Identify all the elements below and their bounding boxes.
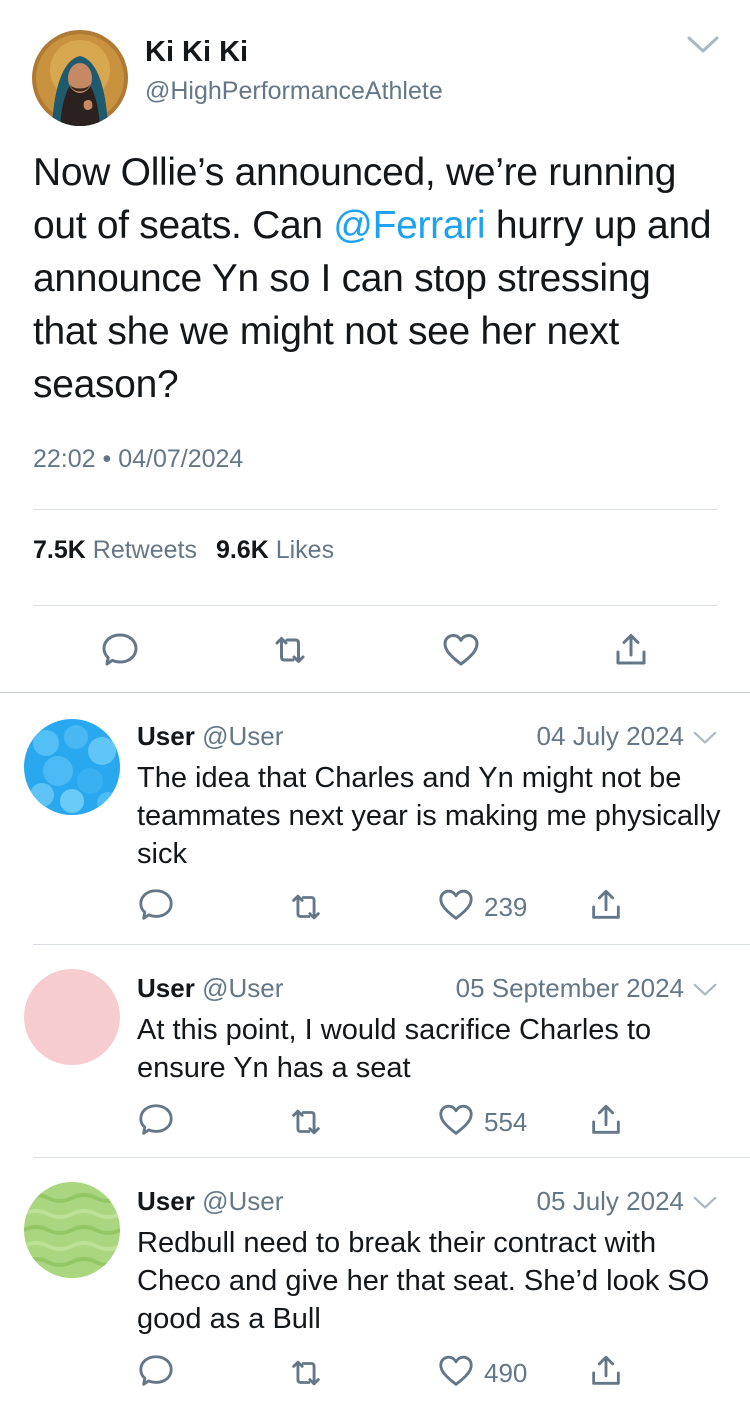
tweet-stats: 7.5K Retweets 9.6K Likes — [33, 536, 334, 565]
likes-label[interactable]: Likes — [276, 536, 334, 564]
reply-icon[interactable] — [137, 1352, 175, 1390]
avatar[interactable] — [24, 1182, 120, 1278]
heart-icon[interactable] — [437, 886, 475, 924]
share-icon[interactable] — [611, 630, 651, 670]
share-icon[interactable] — [587, 886, 625, 924]
divider — [33, 605, 718, 606]
reply-author-name[interactable]: User — [137, 1186, 195, 1216]
author-avatar[interactable] — [32, 30, 128, 126]
retweet-icon[interactable] — [287, 1354, 325, 1392]
retweets-count[interactable]: 7.5K — [33, 536, 86, 564]
retweets-label[interactable]: Retweets — [93, 536, 197, 564]
reply-tweet[interactable]: User @User 05 July 2024 Redbull need to … — [0, 1158, 750, 1411]
tweet-timestamp[interactable]: 22:02 • 04/07/2024 — [33, 445, 243, 474]
share-icon[interactable] — [587, 1101, 625, 1139]
author-name[interactable]: Ki Ki Ki — [145, 36, 248, 69]
reply-author-name[interactable]: User — [137, 721, 195, 751]
tweet-text: Now Ollie’s announced, we’re running out… — [33, 146, 723, 411]
retweet-icon[interactable] — [287, 1103, 325, 1141]
reply-text: The idea that Charles and Yn might not b… — [137, 762, 721, 870]
reply-text: At this point, I would sacrifice Charles… — [137, 1014, 652, 1084]
heart-icon[interactable] — [441, 630, 481, 670]
chevron-down-icon[interactable] — [692, 727, 718, 749]
reply-author[interactable]: User @User — [137, 721, 283, 752]
reply-author-name[interactable]: User — [137, 973, 195, 1003]
reply-date[interactable]: 04 July 2024 — [537, 721, 684, 752]
reply-icon[interactable] — [137, 886, 175, 924]
reply-tweet[interactable]: User @User 05 September 2024 At this poi… — [0, 945, 750, 1158]
avatar[interactable] — [24, 719, 120, 815]
chevron-down-icon[interactable] — [686, 30, 720, 60]
reply-author-handle[interactable]: @User — [202, 1186, 283, 1216]
reply-author-handle[interactable]: @User — [202, 721, 283, 751]
reply-date[interactable]: 05 September 2024 — [456, 973, 684, 1004]
like-count[interactable]: 490 — [484, 1358, 527, 1389]
reply-text: Redbull need to break their contract wit… — [137, 1227, 710, 1335]
reply-author-handle[interactable]: @User — [202, 973, 283, 1003]
main-tweet: Ki Ki Ki @HighPerformanceAthlete Now Oll… — [0, 0, 750, 693]
likes-count[interactable]: 9.6K — [216, 536, 269, 564]
divider — [33, 509, 718, 510]
reply-author[interactable]: User @User — [137, 1186, 283, 1217]
like-count[interactable]: 554 — [484, 1107, 527, 1138]
reply-date[interactable]: 05 July 2024 — [537, 1186, 684, 1217]
chevron-down-icon[interactable] — [692, 979, 718, 1001]
heart-icon[interactable] — [437, 1101, 475, 1139]
retweet-icon[interactable] — [287, 888, 325, 926]
chevron-down-icon[interactable] — [692, 1192, 718, 1214]
reply-icon[interactable] — [137, 1101, 175, 1139]
reply-tweet[interactable]: User @User 04 July 2024 The idea that Ch… — [0, 693, 750, 945]
reply-author[interactable]: User @User — [137, 973, 283, 1004]
heart-icon[interactable] — [437, 1352, 475, 1390]
avatar[interactable] — [24, 969, 120, 1065]
share-icon[interactable] — [587, 1352, 625, 1390]
author-handle[interactable]: @HighPerformanceAthlete — [145, 77, 443, 106]
retweet-icon[interactable] — [270, 630, 310, 670]
reply-icon[interactable] — [100, 630, 140, 670]
mention-link[interactable]: @Ferrari — [333, 204, 485, 247]
like-count[interactable]: 239 — [484, 892, 527, 923]
